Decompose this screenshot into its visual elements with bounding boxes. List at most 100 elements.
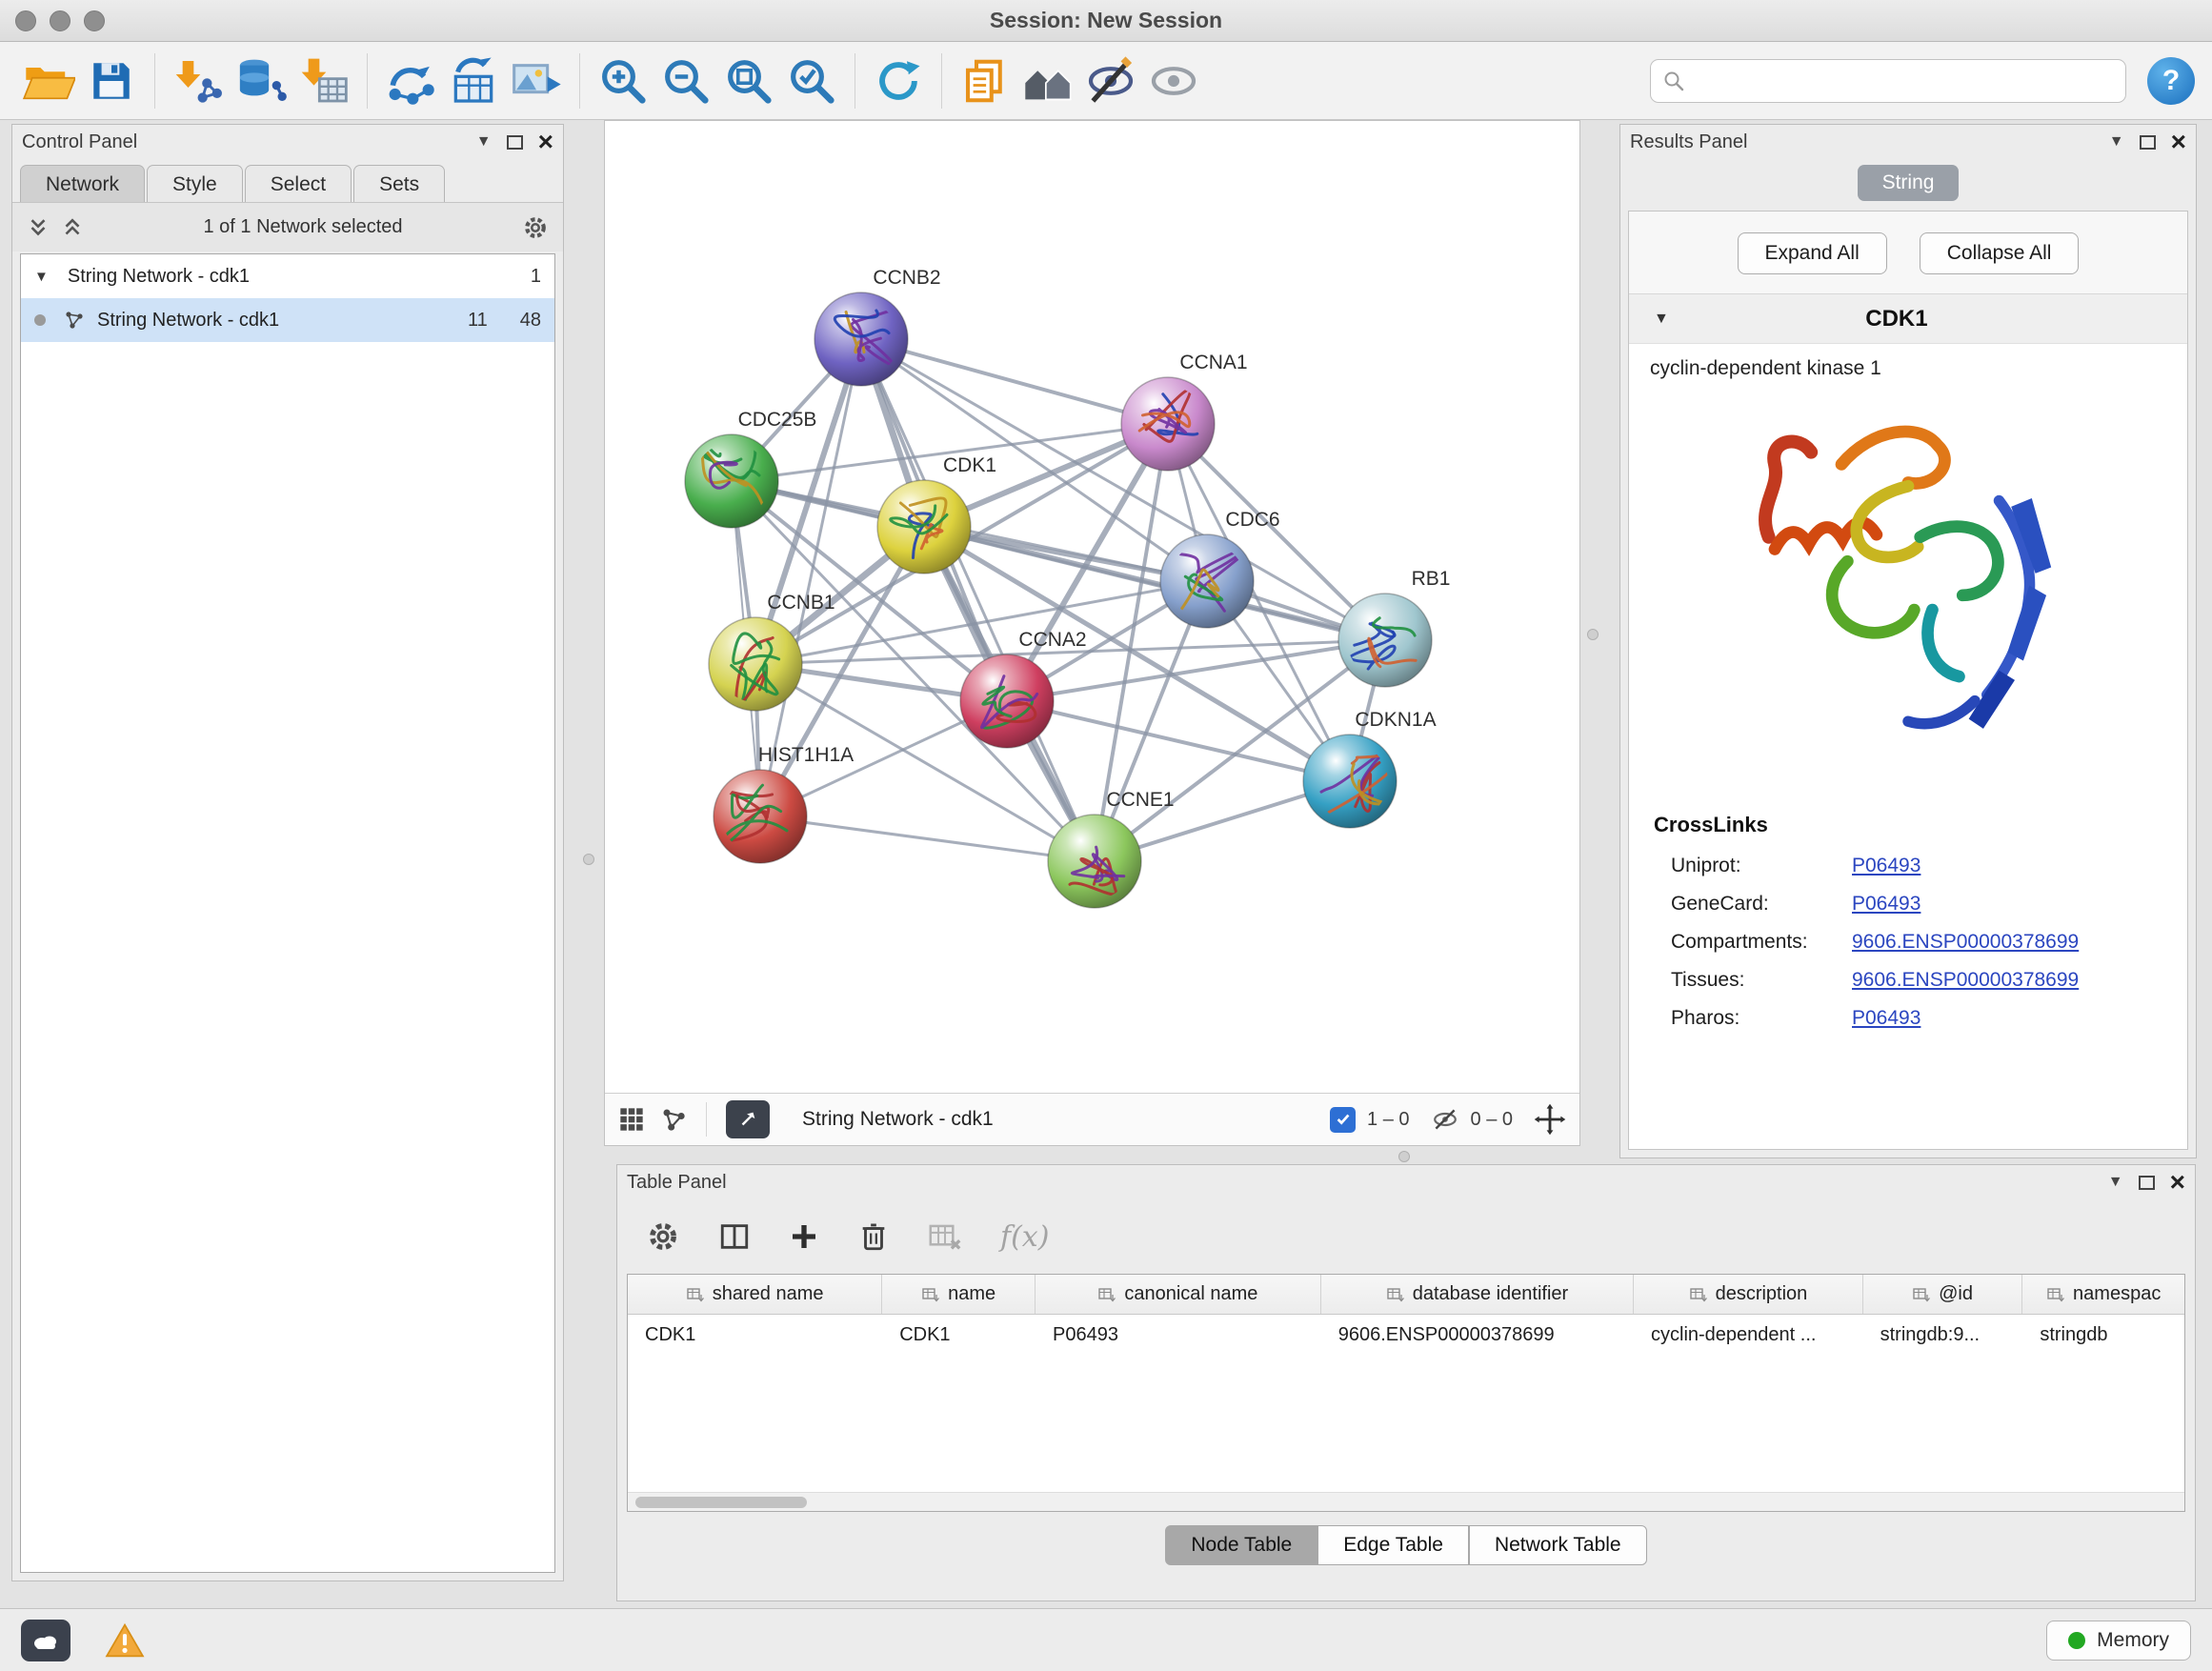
panel-menu-icon[interactable]: ▼ (2108, 1174, 2123, 1191)
node-table: shared name name canonical name database… (627, 1274, 2185, 1512)
network-row[interactable]: String Network - cdk1 11 48 (21, 298, 554, 342)
hidden-eye-slash-icon (1431, 1108, 1459, 1131)
network-edge[interactable] (861, 339, 1168, 424)
panel-menu-icon[interactable]: ▼ (476, 133, 492, 151)
collapse-all-icon[interactable] (60, 215, 85, 240)
search-input[interactable] (1685, 70, 2114, 91)
image-export-icon (510, 54, 563, 108)
column-header-id[interactable]: @id (1863, 1275, 2023, 1314)
float-panel-icon[interactable] (2139, 1176, 2155, 1190)
tree-caret-icon[interactable]: ▼ (34, 269, 49, 285)
network-node[interactable]: CDK1 (877, 454, 996, 574)
column-header-namespace[interactable]: namespac (2022, 1275, 2184, 1314)
add-column-icon[interactable] (789, 1221, 819, 1252)
zoom-selected-button[interactable] (780, 49, 843, 113)
open-in-new-window-button[interactable] (726, 1100, 770, 1138)
crosslink-link[interactable]: P06493 (1852, 893, 1920, 916)
table-horizontal-scrollbar[interactable] (628, 1492, 2184, 1511)
crosslink-link[interactable]: 9606.ENSP00000378699 (1852, 969, 2079, 992)
new-network-button[interactable] (379, 49, 442, 113)
apply-layout-button[interactable] (867, 49, 930, 113)
export-image-button[interactable] (505, 49, 568, 113)
memory-button[interactable]: Memory (2046, 1621, 2191, 1661)
share-network-icon[interactable] (660, 1106, 687, 1133)
column-header-canonical-name[interactable]: canonical name (1036, 1275, 1321, 1314)
tab-sets[interactable]: Sets (353, 165, 445, 203)
gear-icon[interactable] (521, 213, 550, 242)
zoom-in-button[interactable] (592, 49, 654, 113)
gene-section-header[interactable]: ▼ CDK1 (1629, 294, 2187, 344)
network-node[interactable]: RB1 (1338, 568, 1450, 687)
table-arrow-icon (447, 54, 500, 108)
birds-eye-view-icon[interactable] (618, 1106, 645, 1133)
control-panel-title: Control Panel (22, 131, 137, 153)
section-caret-icon[interactable]: ▼ (1654, 311, 1669, 328)
delete-column-icon[interactable] (857, 1220, 890, 1253)
import-network-file-button[interactable] (167, 49, 230, 113)
network-edge[interactable] (1007, 701, 1350, 781)
column-header-description[interactable]: description (1634, 1275, 1863, 1314)
table-settings-gear-icon[interactable] (646, 1219, 680, 1254)
crosslink-row: Tissues: 9606.ENSP00000378699 (1629, 961, 2187, 999)
table-row[interactable]: CDK1 CDK1 P06493 9606.ENSP00000378699 cy… (628, 1315, 2184, 1355)
float-panel-icon[interactable] (2140, 135, 2156, 150)
zoom-out-icon (660, 55, 712, 107)
network-canvas[interactable]: CCNB2CCNA1CDC25BCDK1CDC6RB1CCNB1CCNA2CDK… (605, 121, 1579, 1093)
open-session-button[interactable] (17, 49, 80, 113)
expand-all-button[interactable]: Expand All (1738, 232, 1887, 274)
crosslink-link[interactable]: P06493 (1852, 855, 1920, 877)
node-label: CDKN1A (1355, 709, 1436, 731)
network-edge[interactable] (861, 339, 1095, 861)
bottom-splitter-handle[interactable] (1398, 1151, 1410, 1162)
crosslink-link[interactable]: P06493 (1852, 1007, 1920, 1030)
tab-string[interactable]: String (1858, 165, 1960, 201)
close-panel-icon[interactable]: × (2170, 1173, 2185, 1192)
cloud-services-button[interactable] (21, 1620, 70, 1661)
zoom-out-button[interactable] (654, 49, 717, 113)
crosslink-link[interactable]: 9606.ENSP00000378699 (1852, 931, 2079, 954)
network-search-field[interactable] (1650, 59, 2126, 103)
network-edge[interactable] (760, 816, 1095, 861)
node-label: CCNB2 (873, 267, 940, 289)
close-panel-icon[interactable]: × (538, 132, 553, 151)
show-columns-icon[interactable] (718, 1220, 751, 1253)
copy-document-button[interactable] (954, 49, 1016, 113)
help-button[interactable]: ? (2147, 57, 2195, 105)
network-node[interactable]: HIST1H1A (714, 744, 854, 863)
import-table-button[interactable] (292, 49, 355, 113)
clone-network-button[interactable] (442, 49, 505, 113)
zoom-fit-button[interactable] (717, 49, 780, 113)
panel-menu-icon[interactable]: ▼ (2109, 133, 2124, 151)
fit-selected-crosshair-icon[interactable] (1534, 1103, 1566, 1136)
expand-all-icon[interactable] (26, 215, 50, 240)
node-label: CDC25B (738, 409, 817, 431)
import-network-database-button[interactable] (230, 49, 292, 113)
left-splitter-handle[interactable] (583, 854, 594, 865)
tab-select[interactable]: Select (245, 165, 352, 203)
main-toolbar: ? (0, 42, 2212, 120)
float-panel-icon[interactable] (507, 135, 523, 150)
cytoscape-home-button[interactable] (1016, 49, 1079, 113)
scrollbar-thumb[interactable] (635, 1497, 807, 1508)
save-session-button[interactable] (80, 49, 143, 113)
network-node[interactable]: CDC25B (685, 409, 816, 528)
show-graphics-details-button[interactable] (1142, 49, 1205, 113)
collapse-all-button[interactable]: Collapse All (1920, 232, 2080, 274)
column-header-name[interactable]: name (882, 1275, 1036, 1314)
network-node[interactable]: CCNA1 (1121, 352, 1248, 471)
column-header-database-identifier[interactable]: database identifier (1321, 1275, 1634, 1314)
right-splitter-handle[interactable] (1587, 629, 1599, 640)
selected-checkbox-icon[interactable] (1330, 1107, 1356, 1133)
tab-edge-table[interactable]: Edge Table (1317, 1525, 1469, 1565)
function-builder-button: f(x) (1000, 1220, 1049, 1254)
column-header-shared-name[interactable]: shared name (628, 1275, 882, 1314)
close-panel-icon[interactable]: × (2171, 132, 2186, 151)
tab-network[interactable]: Network (20, 165, 145, 203)
network-node[interactable]: CCNB2 (814, 267, 941, 386)
hide-graphics-details-button[interactable] (1079, 49, 1142, 113)
network-collection-row[interactable]: ▼ String Network - cdk1 1 (21, 254, 554, 298)
tab-node-table[interactable]: Node Table (1165, 1525, 1317, 1565)
tab-network-table[interactable]: Network Table (1469, 1525, 1647, 1565)
tab-style[interactable]: Style (147, 165, 243, 203)
warning-icon[interactable] (105, 1622, 145, 1659)
